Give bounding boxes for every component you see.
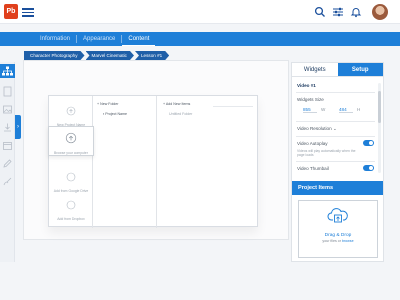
image-icon[interactable] xyxy=(2,104,13,115)
height-unit: H xyxy=(357,107,361,112)
upload-icon xyxy=(65,132,77,144)
folders-column: + New Folder ▪ Project Name xyxy=(93,96,157,228)
new-folder-label: New Folder xyxy=(100,102,119,106)
widget-size-label: Widgets Size xyxy=(297,97,324,102)
file-browser: New Project Name Browse your computer Ad… xyxy=(48,95,259,228)
divider xyxy=(296,136,375,137)
page-icon[interactable] xyxy=(2,86,13,97)
card-label: Browse your computer xyxy=(54,151,88,155)
card-label: Add from Google Drive xyxy=(53,189,89,193)
new-folder-link[interactable]: + New Folder xyxy=(97,102,118,106)
search-icon[interactable] xyxy=(314,6,326,18)
card-label: Add from Dropbox xyxy=(57,217,85,221)
divider xyxy=(296,92,375,93)
tab-content[interactable]: Content xyxy=(122,32,156,46)
upload-icon xyxy=(66,106,76,116)
section-tabs-bar: Information Appearance Content xyxy=(0,32,400,46)
breadcrumb: Character Photography Marvel Cinematic L… xyxy=(24,51,170,60)
google-drive-card[interactable]: Add from Google Drive xyxy=(49,168,93,193)
app-window: Pb Information Appearance Content Charac… xyxy=(0,0,400,300)
tab-information[interactable]: Information xyxy=(34,32,76,46)
divider xyxy=(296,121,375,122)
sitemap-icon xyxy=(2,66,13,76)
width-input[interactable]: 855 xyxy=(303,107,317,113)
project-folder-label: Project Name xyxy=(105,112,128,116)
collapse-rail-handle[interactable]: › xyxy=(15,115,21,139)
autoplay-description: Videos will play automatically when the … xyxy=(297,149,356,157)
add-new-items-label: Add New Items xyxy=(165,102,191,106)
browse-computer-card[interactable]: Browse your computer xyxy=(48,126,94,156)
file-dropzone[interactable]: Drag & Drop your files or browse xyxy=(298,200,378,258)
download-icon[interactable] xyxy=(2,122,13,133)
tab-appearance[interactable]: Appearance xyxy=(77,32,121,46)
width-unit: W xyxy=(321,107,326,112)
menu-icon[interactable] xyxy=(22,8,34,17)
tab-setup[interactable]: Setup xyxy=(337,63,383,77)
breadcrumb-item[interactable]: Lesson #1 xyxy=(135,51,169,60)
tool-rail xyxy=(0,62,15,262)
panel-scrollbar[interactable] xyxy=(378,83,381,173)
bell-icon[interactable] xyxy=(350,6,362,18)
breadcrumb-item[interactable]: Character Photography xyxy=(24,51,85,60)
autoplay-row: Video Autoplay xyxy=(297,140,374,146)
sliders-icon[interactable] xyxy=(332,6,344,18)
thumbnail-row: Video Thumbail xyxy=(297,165,374,171)
autoplay-label: Video Autoplay xyxy=(297,141,328,146)
panel-tabs: Widgets Setup xyxy=(292,63,383,77)
dropbox-icon xyxy=(66,200,76,210)
properties-panel: Widgets Setup Video #1 Widgets Size 855 … xyxy=(291,62,384,262)
project-folder-item[interactable]: ▪ Project Name xyxy=(103,112,127,116)
sitemap-tool[interactable] xyxy=(0,64,15,78)
tab-widgets[interactable]: Widgets xyxy=(292,63,338,77)
app-logo[interactable]: Pb xyxy=(4,4,18,19)
items-search-input[interactable] xyxy=(213,102,253,107)
upload-sources-column: New Project Name Browse your computer Ad… xyxy=(48,96,94,228)
dropzone-title: Drag & Drop xyxy=(324,233,352,238)
widget-size-fields: 855 W 484 H xyxy=(297,107,374,115)
divider xyxy=(296,161,375,162)
items-column: + Add New Items Untitled Folder xyxy=(157,96,259,228)
user-avatar[interactable] xyxy=(372,4,388,20)
top-bar: Pb xyxy=(0,0,400,24)
resolution-label: Video Resolution xyxy=(297,126,332,131)
brush-icon[interactable] xyxy=(2,176,13,187)
untitled-folder-label: Untitled Folder xyxy=(169,112,193,116)
calendar-icon[interactable] xyxy=(2,140,13,151)
add-new-items-link[interactable]: + Add New Items xyxy=(163,102,190,106)
dropzone-subtitle-text: your files or xyxy=(322,239,341,243)
browse-link[interactable]: browse xyxy=(342,239,354,243)
video-resolution-select[interactable]: Video Resolution ⌄ xyxy=(297,126,374,132)
new-project-card[interactable]: New Project Name xyxy=(49,102,93,127)
dropbox-card[interactable]: Add from Dropbox xyxy=(49,196,93,221)
chevron-down-icon: ⌄ xyxy=(332,126,337,131)
breadcrumb-item[interactable]: Marvel Cinematic xyxy=(86,51,134,60)
autoplay-toggle[interactable] xyxy=(363,140,374,146)
drive-icon xyxy=(66,172,76,182)
height-input[interactable]: 484 xyxy=(339,107,353,113)
thumbnail-label: Video Thumbail xyxy=(297,166,329,171)
dropzone-subtitle: your files or browse xyxy=(299,239,377,243)
video-title: Video #1 xyxy=(297,83,316,88)
pencil-icon[interactable] xyxy=(2,158,13,169)
thumbnail-toggle[interactable] xyxy=(363,165,374,171)
project-items-header: Project Items xyxy=(292,181,383,195)
editor-canvas: New Project Name Browse your computer Ad… xyxy=(24,61,288,239)
cloud-upload-icon xyxy=(327,208,348,223)
